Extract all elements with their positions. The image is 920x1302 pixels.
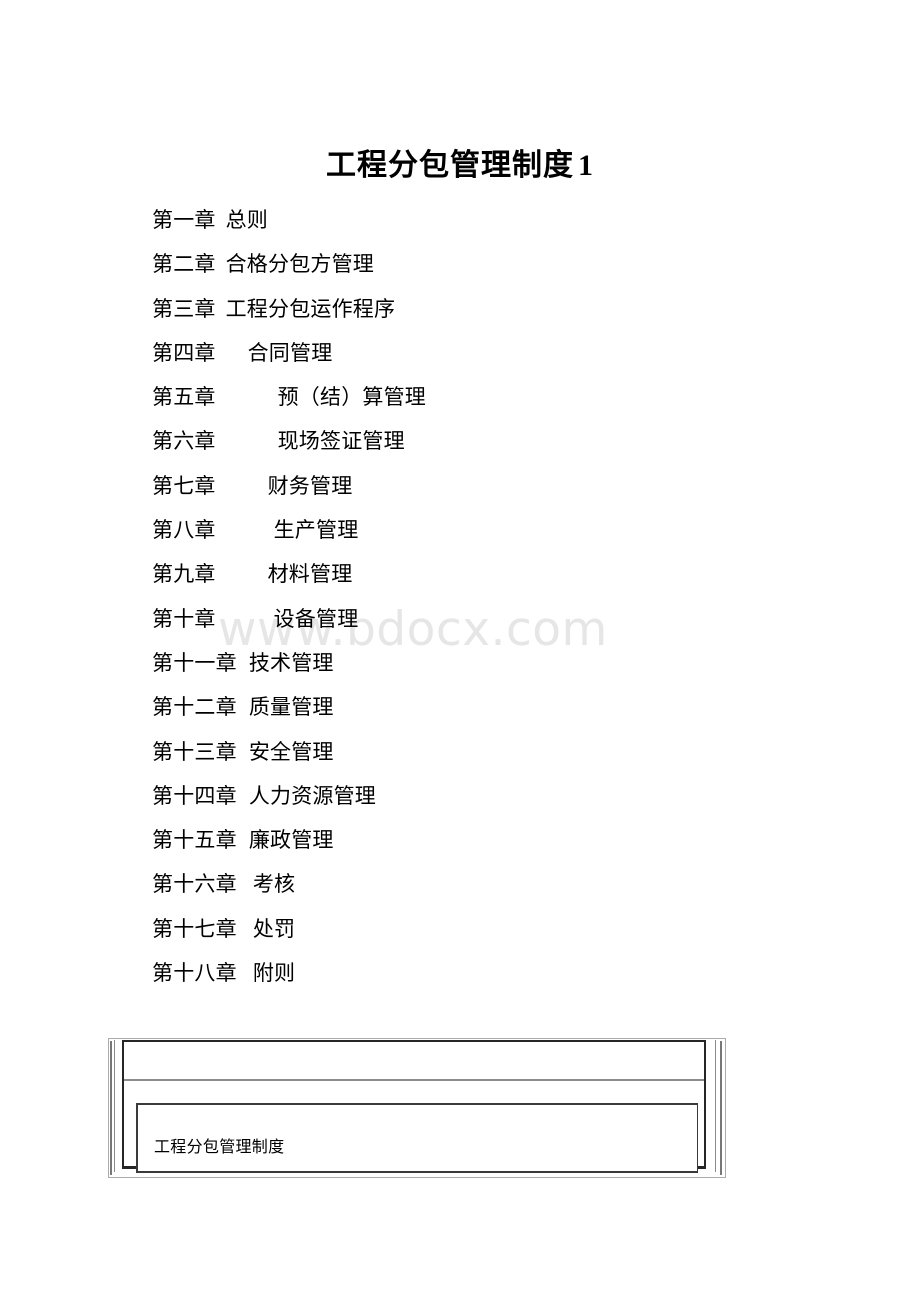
- toc-entry[interactable]: 第十二章 质量管理: [152, 685, 792, 729]
- toc-entry-title: 质量管理: [248, 695, 334, 720]
- toc-entry-chapter: 第十七章: [152, 916, 237, 941]
- toc-entry-chapter: 第六章: [152, 429, 216, 454]
- toc-entry-title: 合同管理: [247, 340, 333, 365]
- toc-entry-chapter: 第十五章: [152, 828, 237, 853]
- footer-box-cell-text: 工程分包管理制度: [154, 1139, 285, 1156]
- toc-entry-title: 廉政管理: [248, 828, 334, 853]
- document-page: www.bdocx.com 工程分包管理制度 1 第一章 总则 第二章 合格分包方管理第…: [0, 0, 920, 1302]
- toc-entry[interactable]: 第十五章 廉政管理: [152, 818, 792, 862]
- toc-entry-title: 设备管理: [273, 606, 359, 631]
- toc-entry-title: 技术管理: [248, 650, 334, 675]
- toc-entry-chapter: 第十章: [152, 606, 216, 631]
- toc-entry-chapter: 第五章: [152, 385, 216, 410]
- footer-box-cell: 工程分包管理制度: [136, 1103, 698, 1173]
- toc-entry[interactable]: 第十八章 附则: [152, 951, 792, 995]
- toc-entry-chapter: 第十三章: [152, 739, 237, 764]
- toc-entry-title: 工程分包运作程序: [225, 296, 396, 321]
- toc-entry-title: 现场签证管理: [277, 429, 405, 454]
- toc-entry-chapter: 第一章: [152, 208, 216, 232]
- toc-entry-title: 总则: [225, 208, 269, 232]
- table-of-contents: 第一章 总则 第二章 合格分包方管理 第三章 工程分包运作程序 第四章 合同管理 第五章 预（结）…: [152, 198, 792, 995]
- toc-entry-chapter: 第十二章: [152, 695, 237, 720]
- toc-entry-chapter: 第三章: [152, 296, 216, 321]
- toc-entry[interactable]: 第四章 合同管理: [152, 331, 792, 375]
- toc-entry[interactable]: 第十章 设备管理: [152, 597, 792, 641]
- toc-entry[interactable]: 第七章 财务管理: [152, 464, 792, 508]
- toc-entry-title: 安全管理: [248, 739, 334, 764]
- toc-entry[interactable]: 第九章 材料管理: [152, 552, 792, 596]
- toc-entry[interactable]: 第五章 预（结）算管理: [152, 375, 792, 419]
- footer-box-right-rule: [720, 1041, 722, 1175]
- page-title-main: 工程分包管理制度: [326, 149, 574, 182]
- toc-entry-title: 考核: [252, 872, 296, 897]
- toc-entry[interactable]: 第一章 总则: [152, 198, 792, 242]
- toc-entry[interactable]: 第十七章 处罚: [152, 907, 792, 951]
- page-title-suffix: 1: [578, 149, 594, 182]
- toc-entry[interactable]: 第六章 现场签证管理: [152, 419, 792, 463]
- toc-entry[interactable]: 第十四章 人力资源管理: [152, 774, 792, 818]
- toc-entry-title: 人力资源管理: [248, 783, 377, 808]
- page-title: 工程分包管理制度 1: [0, 140, 920, 184]
- toc-entry-chapter: 第九章: [152, 562, 216, 587]
- toc-entry-title: 材料管理: [267, 562, 353, 587]
- toc-entry[interactable]: 第十六章 考核: [152, 862, 792, 906]
- toc-entry[interactable]: 第三章 工程分包运作程序: [152, 287, 792, 331]
- toc-entry-title: 生产管理: [273, 518, 359, 543]
- toc-entry-chapter: 第十四章: [152, 783, 237, 808]
- toc-entry-chapter: 第十六章: [152, 872, 237, 897]
- toc-entry-title: 处罚: [252, 916, 296, 941]
- footer-box-divider: [124, 1079, 704, 1081]
- toc-entry-title: 附则: [252, 961, 296, 986]
- toc-entry[interactable]: 第二章 合格分包方管理: [152, 242, 792, 286]
- toc-entry-chapter: 第八章: [152, 518, 216, 543]
- toc-entry-chapter: 第十一章: [152, 650, 237, 675]
- toc-entry-title: 财务管理: [267, 473, 353, 498]
- toc-entry-chapter: 第七章: [152, 473, 216, 498]
- toc-entry[interactable]: 第八章 生产管理: [152, 508, 792, 552]
- footer-table-graphic: 工程分包管理制度: [108, 1038, 726, 1178]
- footer-box-left-rule: [110, 1041, 112, 1175]
- toc-entry-title: 预（结）算管理: [277, 385, 427, 410]
- toc-entry-title: 合格分包方管理: [225, 252, 375, 277]
- toc-entry-chapter: 第二章: [152, 252, 216, 277]
- toc-entry-chapter: 第十八章: [152, 961, 237, 986]
- toc-entry-chapter: 第四章: [152, 340, 216, 365]
- toc-entry[interactable]: 第十一章 技术管理: [152, 641, 792, 685]
- toc-entry[interactable]: 第十三章 安全管理: [152, 730, 792, 774]
